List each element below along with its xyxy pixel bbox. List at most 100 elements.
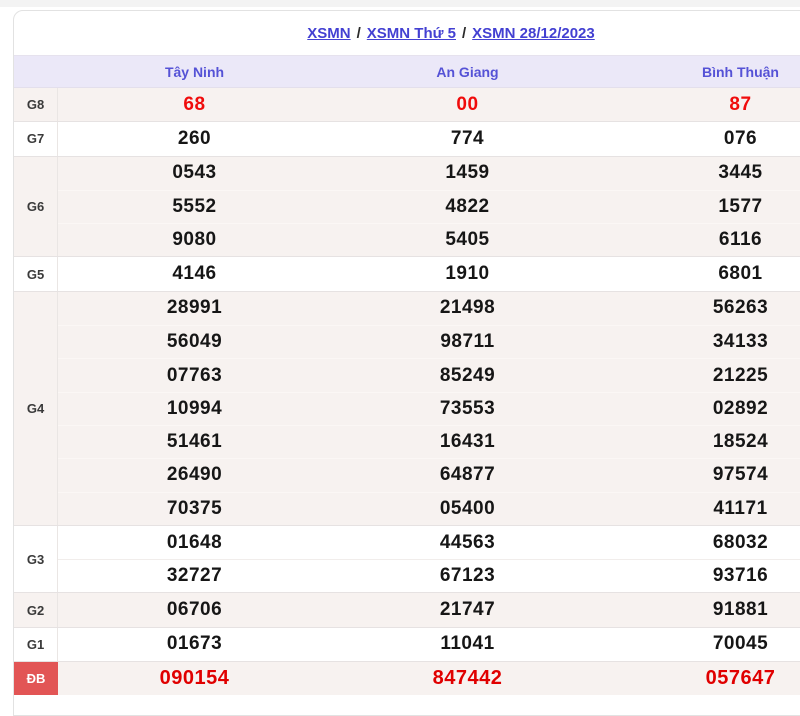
province-value-column: 1910	[331, 257, 604, 290]
prize-value: 41171	[604, 492, 800, 525]
province-value-column: 21747	[331, 593, 604, 626]
breadcrumb-separator: /	[462, 25, 466, 42]
page-top-strip	[0, 0, 800, 7]
prize-value: 91881	[604, 593, 800, 626]
prize-value: 076	[604, 122, 800, 155]
province-value-column: 0164832727	[58, 526, 331, 593]
prize-value: 10994	[58, 392, 331, 425]
prize-value: 16431	[331, 425, 604, 458]
prize-row-G3: G3016483272744563671236803293716	[14, 525, 800, 593]
prize-value: 057647	[604, 662, 800, 695]
breadcrumb: XSMN / XSMN Thứ 5 / XSMN 28/12/2023	[14, 11, 800, 55]
prize-label: G4	[14, 292, 58, 525]
prize-row-G8: G8680087	[14, 88, 800, 121]
province-value-column: 28991560490776310994514612649070375	[58, 292, 331, 525]
prize-value: 97574	[604, 458, 800, 491]
prize-value: 44563	[331, 526, 604, 559]
province-header: An Giang	[331, 56, 604, 87]
province-value-column: 68	[58, 88, 331, 121]
province-value-column: 076	[604, 122, 800, 155]
prize-value: 26490	[58, 458, 331, 491]
province-value-column: 6803293716	[604, 526, 800, 593]
prize-value: 21225	[604, 358, 800, 391]
prize-row-G1: G1016731104170045	[14, 627, 800, 661]
prize-row-G7: G7260774076	[14, 121, 800, 155]
province-value-column: 344515776116	[604, 157, 800, 257]
card-footer-padding	[14, 695, 800, 715]
prize-label: G5	[14, 257, 58, 290]
prize-value: 87	[604, 88, 800, 121]
prize-label: G8	[14, 88, 58, 121]
prize-value: 00	[331, 88, 604, 121]
prize-value: 3445	[604, 157, 800, 190]
province-value-column: 6801	[604, 257, 800, 290]
prize-label: G1	[14, 628, 58, 661]
prize-value: 6801	[604, 257, 800, 290]
province-value-column: 054355529080	[58, 157, 331, 257]
province-value-column: 56263341332122502892185249757441171	[604, 292, 800, 525]
prize-value: 21747	[331, 593, 604, 626]
prize-value: 34133	[604, 325, 800, 358]
province-value-column: 00	[331, 88, 604, 121]
province-value-column: 06706	[58, 593, 331, 626]
prize-value: 18524	[604, 425, 800, 458]
prize-value: 51461	[58, 425, 331, 458]
prize-value: 05400	[331, 492, 604, 525]
province-value-column: 4456367123	[331, 526, 604, 593]
lottery-results-card: XSMN / XSMN Thứ 5 / XSMN 28/12/2023 Tây Ninh…	[13, 10, 800, 716]
breadcrumb-link[interactable]: XSMN Thứ 5	[367, 25, 456, 42]
prize-value: 85249	[331, 358, 604, 391]
prize-value: 4822	[331, 190, 604, 223]
province-header: Bình Thuận	[604, 56, 800, 87]
prize-label: G7	[14, 122, 58, 155]
prize-value: 67123	[331, 559, 604, 592]
province-header: Tây Ninh	[58, 56, 331, 87]
prize-value: 01673	[58, 628, 331, 661]
prize-value: 1577	[604, 190, 800, 223]
prize-value: 93716	[604, 559, 800, 592]
results-table-body: G8680087G7260774076G60543555290801459482…	[14, 88, 800, 695]
breadcrumb-link[interactable]: XSMN 28/12/2023	[472, 25, 595, 42]
province-value-column: 847442	[331, 662, 604, 695]
prize-value: 07763	[58, 358, 331, 391]
prize-row-G2: G2067062174791881	[14, 592, 800, 626]
prize-row-G5: G5414619106801	[14, 256, 800, 290]
prize-value: 4146	[58, 257, 331, 290]
prize-label: G2	[14, 593, 58, 626]
province-value-column: 01673	[58, 628, 331, 661]
prize-value: 774	[331, 122, 604, 155]
breadcrumb-separator: /	[357, 25, 361, 42]
prize-row-ĐB: ĐB090154847442057647	[14, 661, 800, 695]
prize-value: 68032	[604, 526, 800, 559]
prize-column-header-spacer	[14, 56, 58, 87]
prize-value: 70375	[58, 492, 331, 525]
province-value-column: 87	[604, 88, 800, 121]
province-value-column: 11041	[331, 628, 604, 661]
province-value-column: 260	[58, 122, 331, 155]
province-value-column: 70045	[604, 628, 800, 661]
prize-row-G4: G428991560490776310994514612649070375214…	[14, 291, 800, 525]
prize-value: 56049	[58, 325, 331, 358]
prize-value: 090154	[58, 662, 331, 695]
prize-value: 11041	[331, 628, 604, 661]
province-header-row: Tây NinhAn GiangBình Thuận	[14, 55, 800, 88]
prize-value: 32727	[58, 559, 331, 592]
province-value-column: 090154	[58, 662, 331, 695]
prize-value: 73553	[331, 392, 604, 425]
prize-value: 70045	[604, 628, 800, 661]
prize-value: 5405	[331, 223, 604, 256]
prize-value: 5552	[58, 190, 331, 223]
prize-value: 0543	[58, 157, 331, 190]
province-value-column: 057647	[604, 662, 800, 695]
prize-value: 847442	[331, 662, 604, 695]
prize-value: 56263	[604, 292, 800, 325]
prize-label: G6	[14, 157, 58, 257]
prize-value: 21498	[331, 292, 604, 325]
prize-value: 98711	[331, 325, 604, 358]
prize-value: 1910	[331, 257, 604, 290]
province-value-column: 145948225405	[331, 157, 604, 257]
breadcrumb-link[interactable]: XSMN	[307, 25, 350, 42]
prize-value: 9080	[58, 223, 331, 256]
prize-value: 64877	[331, 458, 604, 491]
prize-label: ĐB	[14, 662, 58, 695]
